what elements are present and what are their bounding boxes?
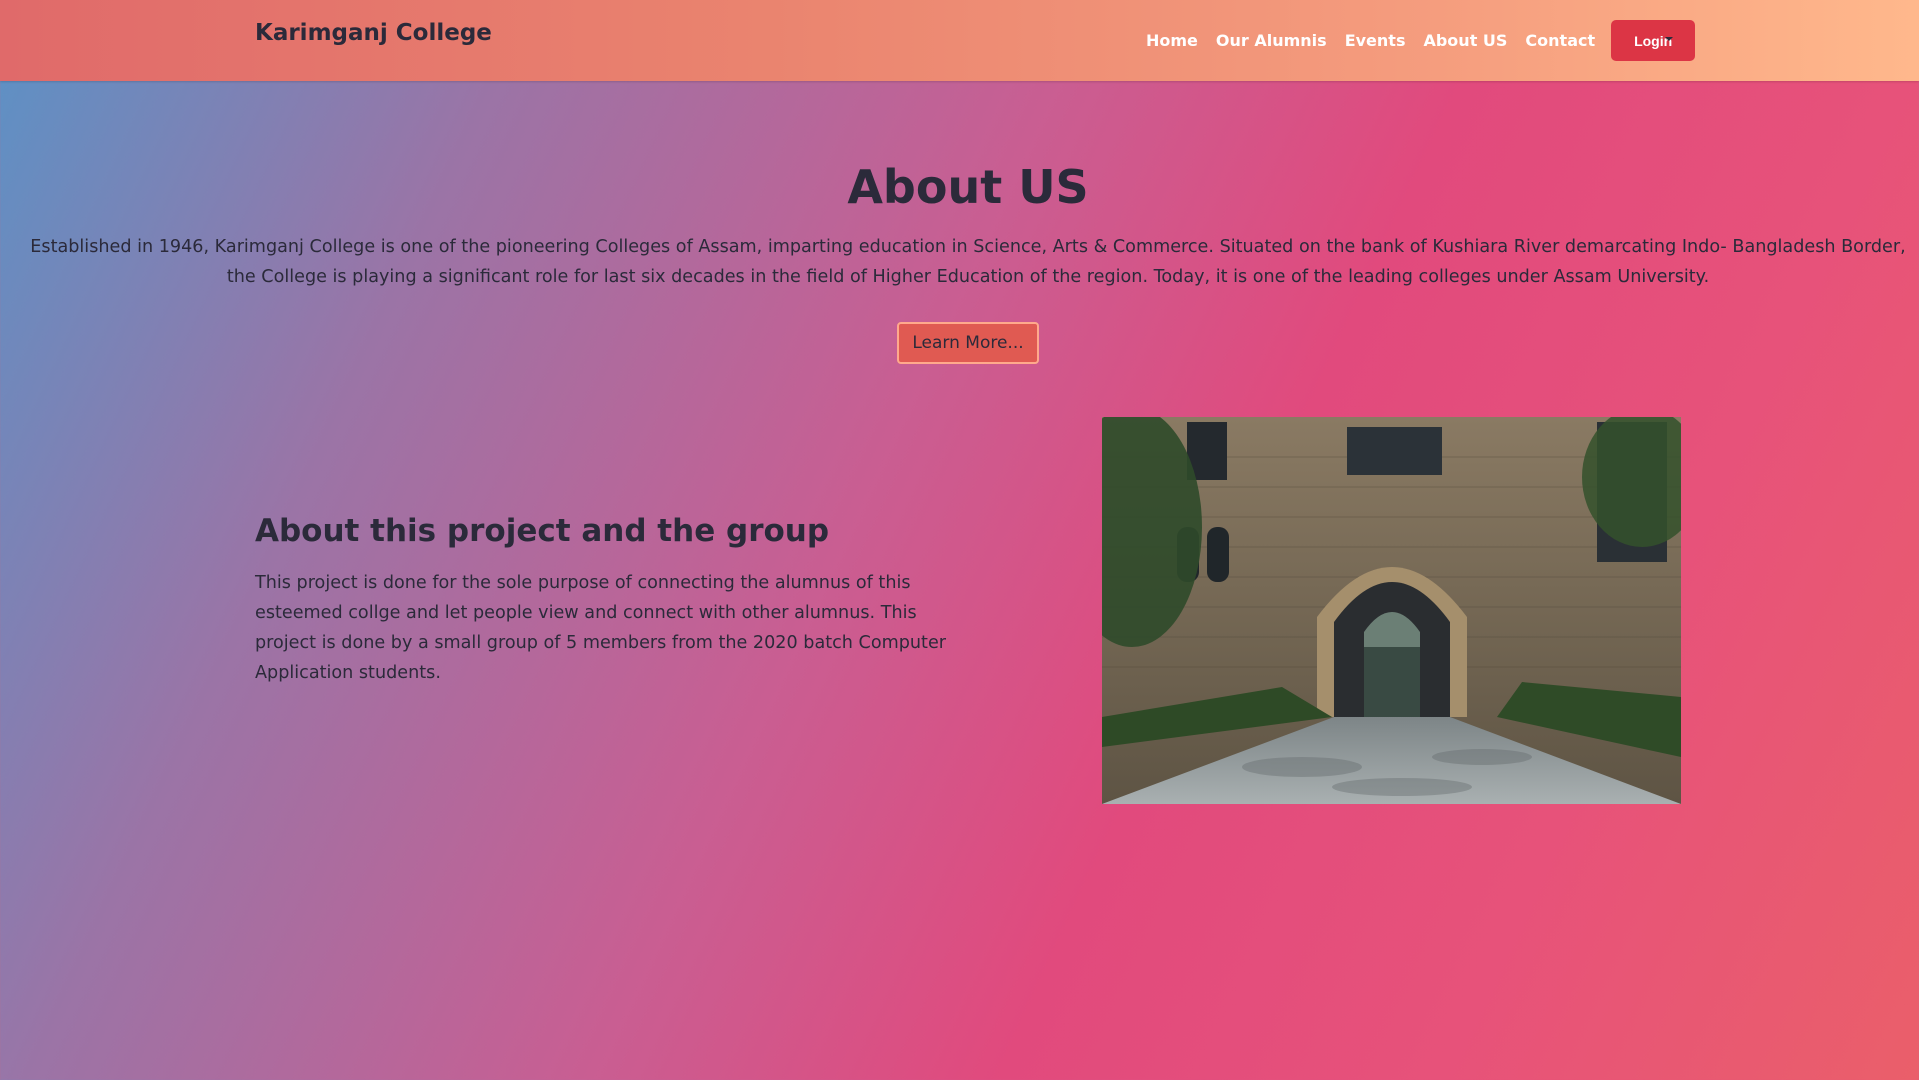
nav-link-our-alumnis[interactable]: Our Alumnis [1216,31,1327,50]
nav-link-home[interactable]: Home [1146,31,1198,50]
learn-more-button[interactable]: Learn More... [897,322,1039,364]
brand-logo-text[interactable]: Karimganj College [255,20,492,46]
caret-down-icon[interactable] [1665,37,1673,41]
project-description: This project is done for the sole purpos… [255,573,947,683]
project-title: About this project and the group [255,513,830,549]
nav-links: Home Our Alumnis Events About US Contact… [1146,0,1696,81]
login-button[interactable]: Login [1611,20,1696,61]
nav-link-contact[interactable]: Contact [1525,31,1595,50]
navbar: Karimganj College Home Our Alumnis Event… [0,0,1919,81]
page-title: About US [847,160,1089,214]
about-description: Established in 1946, Karimganj College i… [30,237,1906,287]
nav-link-events[interactable]: Events [1345,31,1406,50]
nav-link-about-us[interactable]: About US [1423,31,1507,50]
college-gate-photo [1102,417,1681,804]
